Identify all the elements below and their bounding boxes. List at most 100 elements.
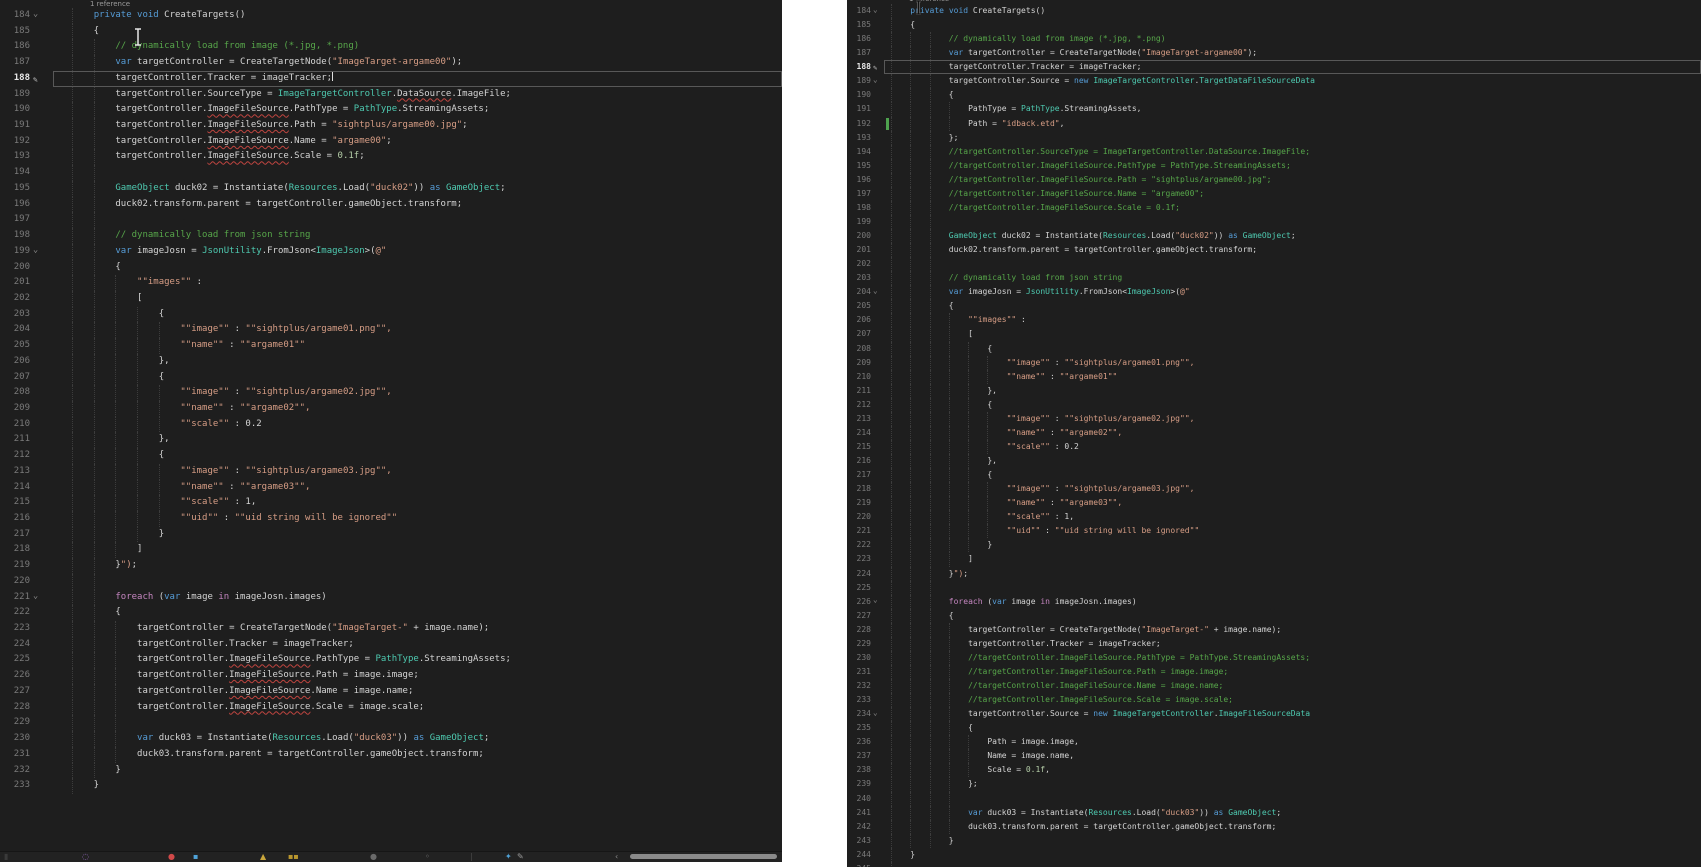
code-text[interactable]: ""scale"" : 1, <box>59 495 782 511</box>
code-line[interactable]: 224 targetController.Tracker = imageTrac… <box>0 637 782 653</box>
line-number[interactable]: 194 <box>0 165 30 181</box>
code-line[interactable]: 218 ""image"" : ""sightplus/argame03.jpg… <box>847 482 1701 496</box>
line-number[interactable]: 217 <box>0 527 30 543</box>
line-number[interactable]: 200 <box>0 260 30 276</box>
code-line[interactable]: 195 GameObject duck02 = Instantiate(Reso… <box>0 181 782 197</box>
line-number[interactable]: 217 <box>847 468 871 482</box>
code-line[interactable]: 213 ""image"" : ""sightplus/argame02.jpg… <box>847 412 1701 426</box>
code-text[interactable]: targetController.ImageFileSource.Name = … <box>59 134 782 150</box>
line-number[interactable]: 185 <box>847 18 871 32</box>
code-text[interactable] <box>59 212 782 228</box>
code-text[interactable]: ] <box>59 542 782 558</box>
code-line[interactable]: 243 } <box>847 834 1701 848</box>
codelens-references[interactable]: 1 reference <box>0 0 782 8</box>
line-number[interactable]: 227 <box>0 684 30 700</box>
line-number[interactable]: 186 <box>0 39 30 55</box>
code-text[interactable]: //targetController.ImageFileSource.PathT… <box>889 159 1701 173</box>
code-text[interactable]: Name = image.name, <box>889 749 1701 763</box>
code-text[interactable]: duck02.transform.parent = targetControll… <box>889 243 1701 257</box>
line-number[interactable]: 208 <box>0 385 30 401</box>
line-number[interactable]: 194 <box>847 145 871 159</box>
code-text[interactable]: ""name"" : ""argame01"" <box>59 338 782 354</box>
code-text[interactable]: ""name"" : ""argame02"", <box>889 426 1701 440</box>
line-number[interactable]: 197 <box>0 212 30 228</box>
line-number[interactable]: 233 <box>0 778 30 794</box>
code-line[interactable]: 240 <box>847 792 1701 806</box>
line-number[interactable]: 221 <box>0 590 30 606</box>
code-line[interactable]: 203 { <box>0 307 782 323</box>
code-text[interactable]: } <box>889 538 1701 552</box>
code-line[interactable]: 193 targetController.ImageFileSource.Sca… <box>0 149 782 165</box>
line-number[interactable]: 207 <box>0 370 30 386</box>
code-line[interactable]: 227 { <box>847 609 1701 623</box>
info-icon[interactable]: ▪ <box>193 853 198 861</box>
line-number[interactable]: 223 <box>847 552 871 566</box>
code-text[interactable] <box>889 792 1701 806</box>
code-text[interactable]: ""image"" : ""sightplus/argame02.jpg"", <box>59 385 782 401</box>
line-number[interactable]: 216 <box>847 454 871 468</box>
code-line[interactable]: 184⌄ private void CreateTargets() <box>0 8 782 24</box>
code-text[interactable]: targetController.Tracker = imageTracker; <box>889 637 1701 651</box>
line-number[interactable]: 206 <box>847 313 871 327</box>
line-number[interactable]: 206 <box>0 354 30 370</box>
code-text[interactable]: //targetController.ImageFileSource.Scale… <box>889 693 1701 707</box>
line-number[interactable]: 202 <box>0 291 30 307</box>
fold-chevron-icon[interactable]: ⌄ <box>33 10 38 19</box>
code-text[interactable] <box>59 165 782 181</box>
code-line[interactable]: 228 targetController.ImageFileSource.Sca… <box>0 700 782 716</box>
code-text[interactable]: GameObject duck02 = Instantiate(Resource… <box>59 181 782 197</box>
line-number[interactable]: 199 <box>0 244 30 260</box>
code-text[interactable]: private void CreateTargets() <box>889 4 1701 18</box>
line-number[interactable]: 231 <box>847 665 871 679</box>
code-line[interactable]: 198 // dynamically load from json string <box>0 228 782 244</box>
code-line[interactable]: 186 // dynamically load from image (*.jp… <box>847 32 1701 46</box>
code-line[interactable]: 212 { <box>0 448 782 464</box>
code-line[interactable]: 192 Path = "idback.etd", <box>847 117 1701 131</box>
code-line[interactable]: 244 } <box>847 848 1701 862</box>
line-number[interactable]: 209 <box>0 401 30 417</box>
code-line[interactable]: 239 }; <box>847 777 1701 791</box>
line-number[interactable]: 185 <box>0 24 30 40</box>
code-line[interactable]: 192 targetController.ImageFileSource.Nam… <box>0 134 782 150</box>
code-line[interactable]: 196 //targetController.ImageFileSource.P… <box>847 173 1701 187</box>
line-number[interactable]: 201 <box>0 275 30 291</box>
horizontal-scrollbar-thumb[interactable] <box>630 854 777 859</box>
code-text[interactable]: }, <box>889 384 1701 398</box>
code-text[interactable]: ""name"" : ""argame03"", <box>59 480 782 496</box>
code-line[interactable]: 202 [ <box>0 291 782 307</box>
line-number[interactable]: 195 <box>847 159 871 173</box>
code-line[interactable]: 224 }"); <box>847 567 1701 581</box>
code-line[interactable]: 228 targetController = CreateTargetNode(… <box>847 623 1701 637</box>
code-line[interactable]: 193 }; <box>847 131 1701 145</box>
code-line[interactable]: 207 { <box>0 370 782 386</box>
line-number[interactable]: 245 <box>847 862 871 867</box>
line-number[interactable]: 190 <box>847 88 871 102</box>
code-line[interactable]: 218 ] <box>0 542 782 558</box>
code-text[interactable]: //targetController.ImageFileSource.Path … <box>889 173 1701 187</box>
code-text[interactable]: { <box>59 605 782 621</box>
code-text[interactable]: { <box>59 370 782 386</box>
code-text[interactable]: //targetController.ImageFileSource.Name … <box>889 679 1701 693</box>
code-line[interactable]: 189⌄ targetController.Source = new Image… <box>847 74 1701 88</box>
line-number[interactable]: 237 <box>847 749 871 763</box>
line-number[interactable]: 212 <box>847 398 871 412</box>
line-number[interactable]: 225 <box>847 581 871 595</box>
code-line[interactable]: 186 // dynamically load from image (*.jp… <box>0 39 782 55</box>
line-number[interactable]: 236 <box>847 735 871 749</box>
code-text[interactable]: //targetController.ImageFileSource.Name … <box>889 187 1701 201</box>
code-line[interactable]: 201 ""images"" : <box>0 275 782 291</box>
code-line[interactable]: 194 //targetController.SourceType = Imag… <box>847 145 1701 159</box>
line-number[interactable]: 211 <box>0 432 30 448</box>
line-number[interactable]: 229 <box>847 637 871 651</box>
code-line[interactable]: 185 { <box>0 24 782 40</box>
fold-chevron-icon[interactable]: ⌄ <box>873 596 878 604</box>
line-number[interactable]: 189 <box>0 87 30 103</box>
code-line[interactable]: 199 <box>847 215 1701 229</box>
error-icon[interactable]: ● <box>168 853 175 861</box>
code-text[interactable]: }, <box>59 432 782 448</box>
code-text[interactable]: targetController.Tracker = imageTracker; <box>59 71 782 87</box>
code-text[interactable]: ""scale"" : 0.2 <box>59 417 782 433</box>
code-line[interactable]: 236 Path = image.image, <box>847 735 1701 749</box>
code-line[interactable]: 205 ""name"" : ""argame01"" <box>0 338 782 354</box>
code-line[interactable]: 225 targetController.ImageFileSource.Pat… <box>0 652 782 668</box>
